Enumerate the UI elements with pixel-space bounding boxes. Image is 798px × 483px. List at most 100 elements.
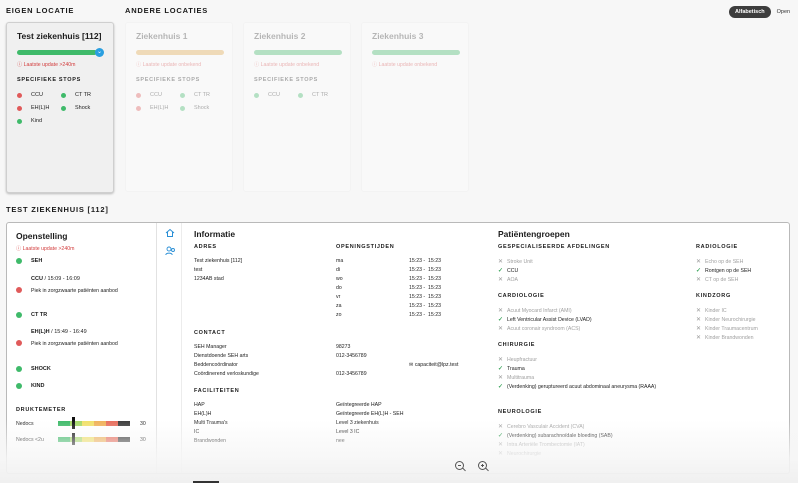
item-label: SEH bbox=[31, 258, 43, 264]
check-icon: ✓ bbox=[498, 366, 504, 372]
stop-item: Kind bbox=[17, 118, 42, 124]
item-label: CCU bbox=[31, 276, 43, 282]
update-warning-text: Laatste update onbekend bbox=[378, 62, 438, 68]
meter-value: 30 bbox=[140, 437, 146, 443]
status-dot bbox=[298, 92, 303, 98]
facility-value: Geïntegreerde EH(L)H - SEH bbox=[336, 411, 404, 417]
cross-icon: ✕ bbox=[696, 259, 702, 265]
cross-icon: ✕ bbox=[498, 326, 504, 332]
zoom-in-icon[interactable] bbox=[478, 461, 487, 470]
adres-line: test bbox=[194, 267, 203, 273]
status-bar bbox=[136, 50, 224, 55]
item-label: CCU bbox=[507, 268, 519, 274]
stop-item: CT TR bbox=[298, 92, 328, 98]
day-time: 15:23 - 15:23 bbox=[409, 294, 442, 300]
hospital-card-3[interactable]: Ziekenhuis 3 ⓘ Laatste update onbekend bbox=[361, 22, 469, 192]
contact-title: CONTACT bbox=[194, 330, 226, 336]
sort-open-button[interactable]: Open bbox=[771, 6, 796, 18]
sort-toggle[interactable]: Alfabetisch Open bbox=[729, 6, 796, 18]
cross-icon: ✕ bbox=[498, 451, 504, 457]
status-dot bbox=[61, 92, 66, 98]
stops-title: SPECIFIEKE STOPS bbox=[254, 77, 318, 83]
day-label: di bbox=[336, 267, 341, 273]
openstelling-column: Openstelling ⓘ Laatste update >240m SEH … bbox=[7, 223, 157, 473]
facility-label: Multi Trauma's bbox=[194, 420, 228, 426]
day-time: 15:23 - 15:23 bbox=[409, 303, 442, 309]
status-dot bbox=[17, 105, 22, 111]
informatie-title: Informatie bbox=[194, 229, 236, 239]
card-title: Test ziekenhuis [112] bbox=[17, 31, 102, 41]
stop-label: CT TR bbox=[312, 92, 328, 98]
nedocs-2u-meter bbox=[58, 437, 130, 442]
item-label: Kinder Traumacentrum bbox=[705, 326, 758, 332]
druktemeter-title: DRUKTEMETER bbox=[16, 407, 66, 413]
zoom-out-icon[interactable] bbox=[455, 461, 464, 470]
day-time: 15:23 - 15:23 bbox=[409, 258, 442, 264]
own-hospital-card[interactable]: Test ziekenhuis [112] ⌄ ⓘ Laatste update… bbox=[6, 22, 114, 193]
day-label: wo bbox=[336, 276, 343, 282]
adres-line: 1234AB stad bbox=[194, 276, 224, 282]
meter-label: Nedocs bbox=[16, 421, 34, 427]
stop-label: CCU bbox=[150, 92, 162, 98]
meter-value: 30 bbox=[140, 421, 146, 427]
stop-item: CCU bbox=[17, 92, 43, 98]
contact-value: 012-3456789 bbox=[336, 353, 367, 359]
status-dot bbox=[16, 312, 22, 318]
hospital-card-2[interactable]: Ziekenhuis 2 ⓘ Laatste update onbekend S… bbox=[243, 22, 351, 192]
hospital-card-1[interactable]: Ziekenhuis 1 ⓘ Laatste update onbekend S… bbox=[125, 22, 233, 192]
users-icon[interactable] bbox=[165, 246, 176, 256]
cross-icon: ✕ bbox=[498, 277, 504, 283]
openingstijden-title: OPENINGSTIJDEN bbox=[336, 244, 395, 250]
item-label: AOA bbox=[507, 277, 518, 283]
cross-icon: ✕ bbox=[498, 259, 504, 265]
item-label: CT op de SEH bbox=[705, 277, 739, 283]
stop-label: EH(L)H bbox=[150, 105, 169, 111]
patient-group-item: ✕ Kinder Traumacentrum bbox=[696, 325, 789, 333]
stop-item: Shock bbox=[61, 105, 90, 111]
patient-group-item: ✕ Neurochirurgie bbox=[498, 450, 688, 458]
status-dot bbox=[136, 92, 141, 98]
patient-group-item: ✕ AOA bbox=[498, 276, 688, 284]
stop-item: EH(L)H bbox=[17, 105, 49, 111]
home-icon[interactable] bbox=[165, 228, 175, 238]
item-label: Cerebro Vasculair Accident (CVA) bbox=[507, 424, 585, 430]
cross-icon: ✕ bbox=[498, 442, 504, 448]
patient-group-item: ✕ Stroke Unit bbox=[498, 258, 688, 266]
card-title: Ziekenhuis 3 bbox=[372, 31, 424, 41]
patient-group-item: ✕ Echo op de SEH bbox=[696, 258, 789, 266]
group-title: CARDIOLOGIE bbox=[498, 293, 545, 299]
patient-group-item: ✓ Left Ventricular Assist Device (LVAD) bbox=[498, 316, 688, 324]
item-label: KIND bbox=[31, 383, 45, 389]
detail-nav bbox=[157, 223, 182, 473]
status-dot bbox=[180, 92, 185, 98]
meter-needle bbox=[72, 417, 75, 429]
chevron-down-icon[interactable]: ⌄ bbox=[95, 48, 104, 57]
update-warning: ⓘ Laatste update onbekend bbox=[372, 62, 438, 68]
item-label: Heupfractuur bbox=[507, 357, 538, 363]
patient-group-item: ✕ Acuut coronair syndroom (ACS) bbox=[498, 325, 688, 333]
check-icon: ✓ bbox=[498, 384, 504, 390]
stop-label: Kind bbox=[31, 118, 43, 124]
patient-group-item: ✓ CCU bbox=[498, 267, 688, 275]
status-dot bbox=[16, 287, 22, 293]
detail-heading: TEST ZIEKENHUIS [112] bbox=[6, 205, 109, 214]
item-label: Trauma bbox=[507, 366, 525, 372]
update-warning-text: Laatste update >240m bbox=[23, 62, 76, 68]
email-link[interactable]: ✉ capaciteit@lpz.test bbox=[409, 362, 458, 368]
stop-item: CT TR bbox=[61, 92, 91, 98]
openstelling-item: KIND bbox=[16, 383, 44, 389]
cross-icon: ✕ bbox=[498, 357, 504, 363]
sort-alphabetical-button[interactable]: Alfabetisch bbox=[729, 6, 771, 18]
item-label: Left Ventricular Assist Device (LVAD) bbox=[507, 317, 592, 323]
contact-value: 98273 bbox=[336, 344, 351, 350]
patient-group-item: ✓ Rontgen op de SEH bbox=[696, 267, 789, 275]
group-title: KINDZORG bbox=[696, 293, 731, 299]
group-title: NEUROLOGIE bbox=[498, 409, 542, 415]
update-warning-text: Laatste update onbekend bbox=[260, 62, 320, 68]
email-text[interactable]: capaciteit@lpz.test bbox=[415, 362, 459, 368]
cross-icon: ✕ bbox=[696, 277, 702, 283]
day-time: 15:23 - 15:23 bbox=[409, 285, 442, 291]
contact-label: Coördinerend verloskundige bbox=[194, 371, 259, 377]
cross-icon: ✕ bbox=[498, 308, 504, 314]
item-label: Acuut Myocard Infarct (AMI) bbox=[507, 308, 572, 314]
